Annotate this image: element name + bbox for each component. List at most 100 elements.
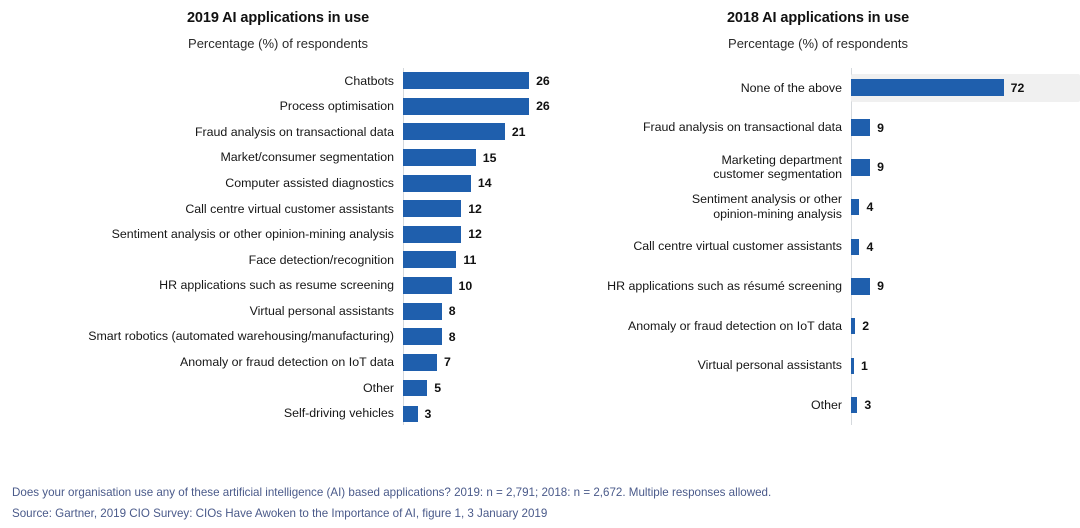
bar-track: 15 <box>403 145 556 171</box>
bar-category-label: Sentiment analysis or other opinion-mini… <box>691 192 842 221</box>
bar <box>851 79 1004 97</box>
bar-category-label: Market/consumer segmentation <box>220 150 394 165</box>
bar-category-label: Chatbots <box>344 73 394 88</box>
bar-track: 8 <box>403 298 556 324</box>
bar-row: HR applications such as resume screening… <box>0 273 556 299</box>
right-bar-rows: None of the above 72 Fraud analysis on tra… <box>556 68 1080 425</box>
bar-row: Self-driving vehicles 3 <box>0 401 556 427</box>
bar-row: Virtual personal assistants 8 <box>0 298 556 324</box>
bar <box>851 198 860 215</box>
bar-row: Sentiment analysis or other opinion-mini… <box>0 222 556 248</box>
bar-value-label: 26 <box>536 99 550 114</box>
bar-row: Sentiment analysis or other opinion-mini… <box>556 187 1080 227</box>
bar-category-label: Other <box>811 398 842 413</box>
bar-row: Face detection/recognition 11 <box>0 247 556 273</box>
bar-value-label: 1 <box>861 358 868 373</box>
bar-track: 3 <box>403 401 556 427</box>
bar-track: 4 <box>851 187 1080 227</box>
bar-track: 26 <box>403 68 556 94</box>
bar-row: Fraud analysis on transactional data 21 <box>0 119 556 145</box>
bar-value-label: 11 <box>463 252 477 267</box>
bar-track: 9 <box>851 147 1080 187</box>
bar-row: Process optimisation 26 <box>0 94 556 120</box>
chart-panel-2019: 2019 AI applications in use Percentage (… <box>0 0 556 440</box>
bar-row: Marketing department customer segmentati… <box>556 147 1080 187</box>
bar-category-label: Call centre virtual customer assistants <box>185 201 394 216</box>
bar-track: 14 <box>403 170 556 196</box>
bar-value-label: 9 <box>877 279 884 294</box>
bar-value-label: 3 <box>864 398 872 413</box>
bar-track: 12 <box>403 222 556 248</box>
bar <box>403 379 428 396</box>
bar <box>403 123 505 141</box>
bar-track: 7 <box>403 350 556 376</box>
bar-track: 5 <box>403 375 556 401</box>
bar-track: 2 <box>851 306 1080 346</box>
bar-value-label: 15 <box>482 150 497 165</box>
bar-track: 12 <box>403 196 556 222</box>
bar-track: 9 <box>851 266 1080 306</box>
bar-track: 72 <box>851 68 1080 108</box>
bar-value-label: 10 <box>458 278 473 293</box>
bar-category-label: Virtual personal assistants <box>249 303 394 318</box>
bar <box>403 405 418 422</box>
left-plot-area: Chatbots 26 Process optimisation 26 Fraud an… <box>0 68 556 428</box>
bar-value-label: 72 <box>1010 80 1025 95</box>
left-chart-subtitle: Percentage (%) of respondents <box>188 36 368 51</box>
bar-category-label: Smart robotics (automated warehousing/ma… <box>88 329 394 344</box>
bar-value-label: 9 <box>877 120 884 135</box>
bar-category-label: Marketing department customer segmentati… <box>713 152 842 182</box>
bar-track: 9 <box>851 108 1080 148</box>
bar-category-label: Virtual personal assistants <box>697 358 842 373</box>
bar-value-label: 14 <box>477 176 492 191</box>
bar-category-label: Call centre virtual customer assistants <box>633 239 842 254</box>
bar-category-label: Fraud analysis on transactional data <box>194 124 394 139</box>
bar-value-label: 12 <box>468 227 482 242</box>
bar-category-label: Computer assisted diagnostics <box>225 175 394 190</box>
bar-row: Virtual personal assistants 1 <box>556 346 1080 386</box>
bar-category-label: None of the above <box>740 80 842 95</box>
bar-value-label: 3 <box>424 406 432 421</box>
chart-panel-2018: 2018 AI applications in use Percentage (… <box>556 0 1080 440</box>
bar-value-label: 12 <box>468 201 482 216</box>
bar-category-label: Self-driving vehicles <box>283 406 394 421</box>
bar-track: 1 <box>851 346 1080 386</box>
bar-row: Call centre virtual customer assistants 4 <box>556 227 1080 267</box>
bar <box>403 302 442 320</box>
footer-source-note: Does your organisation use any of these … <box>12 482 1062 524</box>
bar <box>403 225 462 243</box>
footer-line-2: Source: Gartner, 2019 CIO Survey: CIOs H… <box>12 507 548 520</box>
bar-row: HR applications such as résumé screening… <box>556 266 1080 306</box>
bar-track: 3 <box>851 386 1080 426</box>
bar-row: Chatbots 26 <box>0 68 556 94</box>
bar-row: Smart robotics (automated warehousing/ma… <box>0 324 556 350</box>
bar-row: None of the above 72 <box>556 68 1080 108</box>
bar-track: 11 <box>403 247 556 273</box>
bar-value-label: 7 <box>443 355 451 370</box>
bar-category-label: HR applications such as resume screening <box>159 278 394 293</box>
bar-value-label: 4 <box>866 199 874 214</box>
bar <box>403 174 471 192</box>
bar-value-label: 26 <box>536 73 550 88</box>
bar-row: Fraud analysis on transactional data 9 <box>556 108 1080 148</box>
left-bar-rows: Chatbots 26 Process optimisation 26 Fraud an… <box>0 68 556 426</box>
bar <box>403 251 457 269</box>
bar <box>403 277 452 295</box>
bar-row: Other 3 <box>556 386 1080 426</box>
bar <box>403 328 442 346</box>
bar-track: 4 <box>851 227 1080 267</box>
bar-row: Anomaly or fraud detection on IoT data 2 <box>556 306 1080 346</box>
bar-value-label: 9 <box>877 160 884 175</box>
bar-value-label: 21 <box>511 124 526 139</box>
bar-row: Computer assisted diagnostics 14 <box>0 170 556 196</box>
bar <box>403 353 437 371</box>
right-chart-title: 2018 AI applications in use <box>726 10 910 26</box>
bar-value-label: 4 <box>866 239 874 254</box>
bar-value-label: 8 <box>448 329 456 344</box>
right-plot-area: None of the above 72 Fraud analysis on tra… <box>556 68 1080 428</box>
bar <box>851 277 871 295</box>
bar-category-label: Sentiment analysis or other opinion-mini… <box>111 227 394 242</box>
bar-category-label: Process optimisation <box>279 99 394 114</box>
bar <box>403 200 462 218</box>
left-chart-title: 2019 AI applications in use <box>186 10 370 26</box>
